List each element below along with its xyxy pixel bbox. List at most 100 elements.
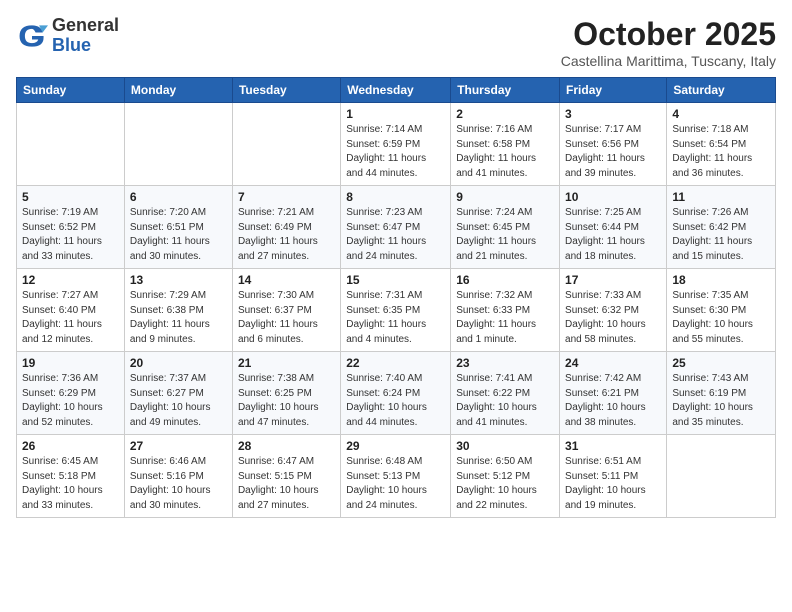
- day-number: 11: [672, 190, 770, 204]
- calendar-cell: 20Sunrise: 7:37 AM Sunset: 6:27 PM Dayli…: [124, 352, 232, 435]
- calendar-week-row: 26 Sunrise: 6:45 AM Sunset: 5:18 PM Dayli…: [17, 435, 776, 518]
- column-header-wednesday: Wednesday: [341, 78, 451, 103]
- calendar-cell: 23Sunrise: 7:41 AM Sunset: 6:22 PM Dayli…: [451, 352, 560, 435]
- day-number: 14: [238, 273, 335, 287]
- day-number: 4: [672, 107, 770, 121]
- day-number: 17: [565, 273, 661, 287]
- day-number: 12: [22, 273, 119, 287]
- day-info: Sunrise: 7:36 AM Sunset: 6:29 PM Dayligh…: [22, 372, 119, 430]
- day-number: 15: [346, 273, 445, 287]
- day-info: Sunrise: 7:19 AM Sunset: 6:52 PM Dayligh…: [22, 206, 119, 264]
- day-info: Sunrise: 6:48 AM Sunset: 5:13 PM Dayligh…: [346, 455, 445, 513]
- day-number: 30: [456, 439, 554, 453]
- day-info: Sunrise: 7:35 AM Sunset: 6:30 PM Dayligh…: [672, 289, 770, 347]
- calendar-cell: 1 Sunrise: 7:14 AM Sunset: 6:59 PM Daylig…: [341, 103, 451, 186]
- day-info: Sunrise: 7:30 AM Sunset: 6:37 PM Dayligh…: [238, 289, 335, 347]
- day-info: Sunrise: 7:23 AM Sunset: 6:47 PM Dayligh…: [346, 206, 445, 264]
- column-header-sunday: Sunday: [17, 78, 125, 103]
- day-info: Sunrise: 6:47 AM Sunset: 5:15 PM Dayligh…: [238, 455, 335, 513]
- title-block: October 2025 Castellina Marittima, Tusca…: [561, 16, 776, 69]
- calendar-week-row: 5 Sunrise: 7:19 AM Sunset: 6:52 PM Daylig…: [17, 186, 776, 269]
- day-number: 19: [22, 356, 119, 370]
- column-header-monday: Monday: [124, 78, 232, 103]
- calendar-cell: 15Sunrise: 7:31 AM Sunset: 6:35 PM Dayli…: [341, 269, 451, 352]
- logo-icon: [16, 20, 48, 52]
- day-info: Sunrise: 6:51 AM Sunset: 5:11 PM Dayligh…: [565, 455, 661, 513]
- day-number: 29: [346, 439, 445, 453]
- day-info: Sunrise: 7:41 AM Sunset: 6:22 PM Dayligh…: [456, 372, 554, 430]
- calendar-cell: 29 Sunrise: 6:48 AM Sunset: 5:13 PM Dayli…: [341, 435, 451, 518]
- calendar-cell: 24Sunrise: 7:42 AM Sunset: 6:21 PM Dayli…: [560, 352, 667, 435]
- calendar-cell: 6Sunrise: 7:20 AM Sunset: 6:51 PM Daylig…: [124, 186, 232, 269]
- calendar-cell: 3 Sunrise: 7:17 AM Sunset: 6:56 PM Daylig…: [560, 103, 667, 186]
- day-number: 10: [565, 190, 661, 204]
- day-number: 16: [456, 273, 554, 287]
- calendar-table: SundayMondayTuesdayWednesdayThursdayFrid…: [16, 77, 776, 518]
- calendar-week-row: 12 Sunrise: 7:27 AM Sunset: 6:40 PM Dayli…: [17, 269, 776, 352]
- day-info: Sunrise: 7:24 AM Sunset: 6:45 PM Dayligh…: [456, 206, 554, 264]
- column-header-friday: Friday: [560, 78, 667, 103]
- day-info: Sunrise: 7:14 AM Sunset: 6:59 PM Dayligh…: [346, 123, 445, 181]
- calendar-cell: 2 Sunrise: 7:16 AM Sunset: 6:58 PM Daylig…: [451, 103, 560, 186]
- calendar-cell: 28 Sunrise: 6:47 AM Sunset: 5:15 PM Dayli…: [232, 435, 340, 518]
- day-number: 1: [346, 107, 445, 121]
- day-number: 28: [238, 439, 335, 453]
- logo-general-text: General: [52, 16, 119, 36]
- calendar-week-row: 1 Sunrise: 7:14 AM Sunset: 6:59 PM Daylig…: [17, 103, 776, 186]
- day-info: Sunrise: 6:45 AM Sunset: 5:18 PM Dayligh…: [22, 455, 119, 513]
- day-info: Sunrise: 7:27 AM Sunset: 6:40 PM Dayligh…: [22, 289, 119, 347]
- day-number: 13: [130, 273, 227, 287]
- day-number: 20: [130, 356, 227, 370]
- day-info: Sunrise: 7:26 AM Sunset: 6:42 PM Dayligh…: [672, 206, 770, 264]
- calendar-cell: 27 Sunrise: 6:46 AM Sunset: 5:16 PM Dayli…: [124, 435, 232, 518]
- calendar-cell: 19 Sunrise: 7:36 AM Sunset: 6:29 PM Dayli…: [17, 352, 125, 435]
- day-info: Sunrise: 7:43 AM Sunset: 6:19 PM Dayligh…: [672, 372, 770, 430]
- day-info: Sunrise: 7:17 AM Sunset: 6:56 PM Dayligh…: [565, 123, 661, 181]
- day-number: 3: [565, 107, 661, 121]
- calendar-cell: 17 Sunrise: 7:33 AM Sunset: 6:32 PM Dayli…: [560, 269, 667, 352]
- column-header-tuesday: Tuesday: [232, 78, 340, 103]
- day-number: 2: [456, 107, 554, 121]
- day-number: 7: [238, 190, 335, 204]
- day-info: Sunrise: 7:20 AM Sunset: 6:51 PM Dayligh…: [130, 206, 227, 264]
- calendar-cell: 31 Sunrise: 6:51 AM Sunset: 5:11 PM Dayli…: [560, 435, 667, 518]
- day-info: Sunrise: 7:29 AM Sunset: 6:38 PM Dayligh…: [130, 289, 227, 347]
- day-number: 31: [565, 439, 661, 453]
- calendar-cell: 9Sunrise: 7:24 AM Sunset: 6:45 PM Daylig…: [451, 186, 560, 269]
- day-info: Sunrise: 7:40 AM Sunset: 6:24 PM Dayligh…: [346, 372, 445, 430]
- day-info: Sunrise: 6:46 AM Sunset: 5:16 PM Dayligh…: [130, 455, 227, 513]
- calendar-cell: 21Sunrise: 7:38 AM Sunset: 6:25 PM Dayli…: [232, 352, 340, 435]
- month-title: October 2025: [561, 16, 776, 53]
- logo: General Blue: [16, 16, 119, 56]
- day-info: Sunrise: 7:18 AM Sunset: 6:54 PM Dayligh…: [672, 123, 770, 181]
- calendar-cell: 18Sunrise: 7:35 AM Sunset: 6:30 PM Dayli…: [667, 269, 776, 352]
- calendar-cell: 5 Sunrise: 7:19 AM Sunset: 6:52 PM Daylig…: [17, 186, 125, 269]
- calendar-cell: [17, 103, 125, 186]
- day-info: Sunrise: 7:16 AM Sunset: 6:58 PM Dayligh…: [456, 123, 554, 181]
- day-number: 5: [22, 190, 119, 204]
- day-info: Sunrise: 7:21 AM Sunset: 6:49 PM Dayligh…: [238, 206, 335, 264]
- calendar-cell: 4 Sunrise: 7:18 AM Sunset: 6:54 PM Daylig…: [667, 103, 776, 186]
- day-info: Sunrise: 7:32 AM Sunset: 6:33 PM Dayligh…: [456, 289, 554, 347]
- day-number: 27: [130, 439, 227, 453]
- day-number: 21: [238, 356, 335, 370]
- calendar-cell: 13 Sunrise: 7:29 AM Sunset: 6:38 PM Dayli…: [124, 269, 232, 352]
- calendar-cell: 10Sunrise: 7:25 AM Sunset: 6:44 PM Dayli…: [560, 186, 667, 269]
- calendar-cell: [667, 435, 776, 518]
- calendar-cell: 11 Sunrise: 7:26 AM Sunset: 6:42 PM Dayli…: [667, 186, 776, 269]
- day-info: Sunrise: 6:50 AM Sunset: 5:12 PM Dayligh…: [456, 455, 554, 513]
- day-number: 24: [565, 356, 661, 370]
- day-number: 25: [672, 356, 770, 370]
- calendar-cell: 7 Sunrise: 7:21 AM Sunset: 6:49 PM Daylig…: [232, 186, 340, 269]
- day-number: 8: [346, 190, 445, 204]
- calendar-cell: 16 Sunrise: 7:32 AM Sunset: 6:33 PM Dayli…: [451, 269, 560, 352]
- calendar-cell: 30 Sunrise: 6:50 AM Sunset: 5:12 PM Dayli…: [451, 435, 560, 518]
- calendar-cell: 14 Sunrise: 7:30 AM Sunset: 6:37 PM Dayli…: [232, 269, 340, 352]
- calendar-week-row: 19 Sunrise: 7:36 AM Sunset: 6:29 PM Dayli…: [17, 352, 776, 435]
- day-number: 22: [346, 356, 445, 370]
- day-number: 26: [22, 439, 119, 453]
- logo-blue-text: Blue: [52, 36, 119, 56]
- column-header-saturday: Saturday: [667, 78, 776, 103]
- calendar-cell: 26 Sunrise: 6:45 AM Sunset: 5:18 PM Dayli…: [17, 435, 125, 518]
- day-info: Sunrise: 7:33 AM Sunset: 6:32 PM Dayligh…: [565, 289, 661, 347]
